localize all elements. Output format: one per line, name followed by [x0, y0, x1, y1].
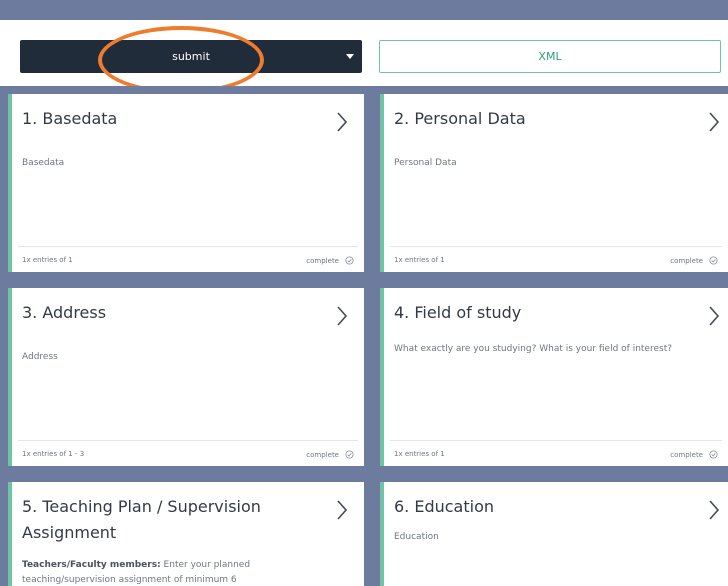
submit-button[interactable]: submit [20, 40, 362, 73]
entries-count: 1x entries of 1 [394, 450, 445, 458]
entries-count: 1x entries of 1 [22, 256, 73, 264]
status-badge: complete [670, 256, 718, 265]
card-teaching-plan[interactable]: 5. Teaching Plan / Supervision Assignmen… [8, 482, 364, 586]
card-title: 1. Basedata [22, 109, 118, 128]
card-description: Address [22, 352, 58, 362]
xml-button-label: XML [538, 50, 562, 63]
app-stage: submit XML 1. Basedata Basedata 1x entri… [0, 0, 728, 586]
card-title: 3. Address [22, 303, 107, 322]
card-footer: 1x entries of 1 - 3 complete [18, 440, 358, 467]
chevron-right-icon[interactable] [706, 110, 722, 134]
card-description: Personal Data [394, 158, 457, 168]
check-circle-icon [345, 450, 354, 459]
card-description-bold: Teachers/Faculty members: [22, 560, 161, 570]
status-badge: complete [306, 256, 354, 265]
card-description: What exactly are you studying? What is y… [394, 344, 672, 354]
card-personal-data[interactable]: 2. Personal Data Personal Data 1x entrie… [380, 94, 728, 272]
check-circle-icon [345, 256, 354, 265]
card-description: Education [394, 532, 439, 542]
entries-count: 1x entries of 1 - 3 [22, 450, 85, 458]
chevron-right-icon[interactable] [706, 498, 722, 522]
chevron-right-icon[interactable] [334, 110, 350, 134]
card-field-of-study[interactable]: 4. Field of study What exactly are you s… [380, 288, 728, 466]
caret-down-icon[interactable] [346, 54, 354, 59]
status-label: complete [306, 450, 339, 459]
chevron-right-icon[interactable] [706, 304, 722, 328]
card-footer: 1x entries of 1 complete [18, 246, 358, 273]
status-badge: complete [306, 450, 354, 459]
card-title: 4. Field of study [394, 303, 522, 322]
card-title: 5. Teaching Plan / Supervision Assignmen… [22, 497, 261, 542]
check-circle-icon [709, 450, 718, 459]
card-footer: 1x entries of 1 complete [390, 440, 722, 467]
status-badge: complete [670, 450, 718, 459]
card-footer: 1x entries of 1 complete [390, 246, 722, 273]
submit-button-label: submit [172, 50, 210, 63]
card-title: 6. Education [394, 497, 495, 516]
card-address[interactable]: 3. Address Address 1x entries of 1 - 3 c… [8, 288, 364, 466]
card-title: 2. Personal Data [394, 109, 526, 128]
status-label: complete [670, 450, 703, 459]
status-label: complete [670, 256, 703, 265]
entries-count: 1x entries of 1 [394, 256, 445, 264]
card-description: Basedata [22, 158, 65, 168]
card-basedata[interactable]: 1. Basedata Basedata 1x entries of 1 com… [8, 94, 364, 272]
cards-grid: 1. Basedata Basedata 1x entries of 1 com… [0, 86, 728, 586]
xml-button[interactable]: XML [379, 40, 721, 73]
check-circle-icon [709, 256, 718, 265]
top-bar [0, 0, 728, 20]
chevron-right-icon[interactable] [334, 498, 350, 522]
card-description: Teachers/Faculty members: Enter your pla… [22, 558, 312, 586]
status-label: complete [306, 256, 339, 265]
chevron-right-icon[interactable] [334, 304, 350, 328]
card-education[interactable]: 6. Education Education [380, 482, 728, 586]
